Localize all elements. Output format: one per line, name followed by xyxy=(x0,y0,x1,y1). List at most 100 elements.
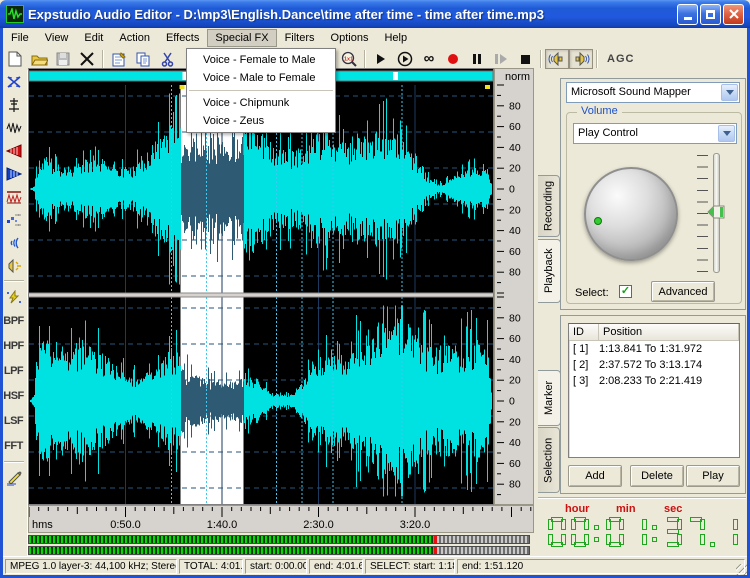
advanced-button[interactable]: Advanced xyxy=(651,281,715,302)
properties-button[interactable] xyxy=(107,49,131,69)
slider-thumb[interactable] xyxy=(707,205,726,220)
marker-row[interactable]: [ 3]2:08.233 To 2:21.419 xyxy=(569,373,739,389)
marker-row[interactable]: [ 1]1:13.841 To 1:31.972 xyxy=(569,341,739,357)
clock-colon xyxy=(652,525,657,530)
reverb-tool[interactable] xyxy=(2,231,26,254)
menu-action[interactable]: Action xyxy=(111,29,158,47)
copy-button[interactable] xyxy=(131,49,155,69)
column-position[interactable]: Position xyxy=(599,324,739,340)
close-button[interactable] xyxy=(723,4,744,25)
fade-out-tool[interactable] xyxy=(2,162,26,185)
marker-list[interactable]: ID Position [ 1]1:13.841 To 1:31.972[ 2]… xyxy=(568,323,740,458)
menu-options[interactable]: Options xyxy=(323,29,377,47)
menu-item-voice-male-to-female[interactable]: Voice - Male to Female xyxy=(187,69,335,87)
edit-draw-tool[interactable] xyxy=(2,466,26,489)
stop-button[interactable] xyxy=(513,49,537,69)
volume-knob[interactable] xyxy=(584,167,678,261)
cut-scissors-icon xyxy=(161,52,174,67)
speaker-right-button[interactable] xyxy=(569,49,593,69)
status-panel-4: SELECT: start: 1:18.622 xyxy=(365,559,455,574)
add-button[interactable]: Add xyxy=(568,465,622,487)
menu-file[interactable]: File xyxy=(3,29,37,47)
save-button[interactable] xyxy=(51,49,75,69)
filter-tool-fft[interactable]: FFT xyxy=(4,433,23,458)
cross-arrows-icon xyxy=(6,75,22,89)
tab-marker[interactable]: Marker xyxy=(538,370,561,426)
filter-tool-bpf[interactable]: BPF xyxy=(3,308,24,333)
tab-selection[interactable]: Selection xyxy=(538,427,560,493)
insert-silence-tool[interactable] xyxy=(2,93,26,116)
noise-tool[interactable] xyxy=(2,116,26,139)
fade-in-tool[interactable] xyxy=(2,139,26,162)
waveform-display[interactable] xyxy=(28,68,494,505)
filter-tool-hpf[interactable]: HPF xyxy=(3,333,24,358)
menu-filters[interactable]: Filters xyxy=(277,29,323,47)
minimize-button[interactable] xyxy=(677,4,698,25)
clock-label-sec: sec xyxy=(664,503,682,515)
time-ruler[interactable]: hms0:50.01:40.02:30.03:20.0 xyxy=(28,505,534,533)
filter-tool-hsf[interactable]: HSF xyxy=(3,383,24,408)
menu-item-voice-chipmunk[interactable]: Voice - Chipmunk xyxy=(187,94,335,112)
zoom-1x1-button[interactable]: 1x1 xyxy=(337,49,361,69)
cut-button[interactable] xyxy=(155,49,179,69)
reverb-waves-icon xyxy=(7,236,21,250)
clock-colon xyxy=(652,537,657,542)
chevron-down-icon[interactable] xyxy=(721,84,738,101)
menu-effects[interactable]: Effects xyxy=(158,29,207,47)
title-bar[interactable]: Expstudio Audio Editor - D:\mp3\English.… xyxy=(0,0,750,28)
device-select[interactable]: Microsoft Sound Mapper xyxy=(566,82,740,103)
tab-label: Recording xyxy=(543,181,555,231)
resample-tool[interactable] xyxy=(2,70,26,93)
clock-digit xyxy=(664,517,682,547)
maximize-button[interactable] xyxy=(700,4,721,25)
progress-bar-right[interactable] xyxy=(28,546,530,555)
new-button[interactable] xyxy=(3,49,27,69)
open-button[interactable] xyxy=(27,49,51,69)
marker-list-header[interactable]: ID Position xyxy=(569,324,739,341)
status-bar: MPEG 1.0 layer-3: 44,100 kHz; Stereo; 12… xyxy=(3,556,747,575)
record-icon xyxy=(447,53,459,65)
delete-button[interactable] xyxy=(75,49,99,69)
tab-playback[interactable]: Playback xyxy=(538,239,561,303)
pause-play-icon xyxy=(494,53,508,65)
progress-bar-left[interactable] xyxy=(28,535,530,544)
play-circle-icon xyxy=(397,51,413,67)
play-button[interactable] xyxy=(369,49,393,69)
envelope-tool[interactable] xyxy=(2,185,26,208)
menu-help[interactable]: Help xyxy=(376,29,415,47)
play-marker-button[interactable]: Play xyxy=(686,465,740,487)
echo-tool[interactable] xyxy=(2,208,26,231)
column-id[interactable]: ID xyxy=(569,324,599,340)
menu-item-voice-female-to-male[interactable]: Voice - Female to Male xyxy=(187,51,335,69)
filter-tool-lsf[interactable]: LSF xyxy=(4,408,23,433)
pause-play-button[interactable] xyxy=(489,49,513,69)
speaker-fx-tool[interactable] xyxy=(2,254,26,277)
tab-recording[interactable]: Recording xyxy=(538,175,560,237)
marker-row[interactable]: [ 2]2:37.572 To 3:13.174 xyxy=(569,357,739,373)
fft-filter-tool[interactable] xyxy=(2,285,26,308)
play-all-button[interactable] xyxy=(393,49,417,69)
marker-position: 2:37.572 To 3:13.174 xyxy=(599,359,702,371)
save-disk-icon xyxy=(56,52,70,66)
menu-item-voice-zeus[interactable]: Voice - Zeus xyxy=(187,112,335,130)
select-checkbox[interactable]: ✓ xyxy=(619,285,632,298)
svg-text:hms: hms xyxy=(32,519,53,531)
clock-digit xyxy=(720,517,738,547)
volume-control-select[interactable]: Play Control xyxy=(573,123,737,144)
volume-groupbox: Volume Play Control Select: ✓ Advanced xyxy=(566,112,742,304)
pause-icon xyxy=(472,53,482,65)
delete-button[interactable]: Delete xyxy=(630,465,684,487)
menu-view[interactable]: View xyxy=(37,29,77,47)
loop-button[interactable]: ∞ xyxy=(417,49,441,69)
pause-button[interactable] xyxy=(465,49,489,69)
speaker-left-button[interactable] xyxy=(545,49,569,69)
menu-edit[interactable]: Edit xyxy=(76,29,111,47)
filter-tool-lpf[interactable]: LPF xyxy=(4,358,23,383)
menu-special-fx[interactable]: Special FX xyxy=(207,29,276,47)
menu-bar: FileViewEditActionEffectsSpecial FXFilte… xyxy=(3,28,747,48)
agc-button[interactable]: AGC xyxy=(601,53,640,65)
chevron-down-icon[interactable] xyxy=(718,125,735,142)
loop-infinity-icon: ∞ xyxy=(424,54,435,64)
volume-control-value: Play Control xyxy=(578,127,638,139)
record-button[interactable] xyxy=(441,49,465,69)
